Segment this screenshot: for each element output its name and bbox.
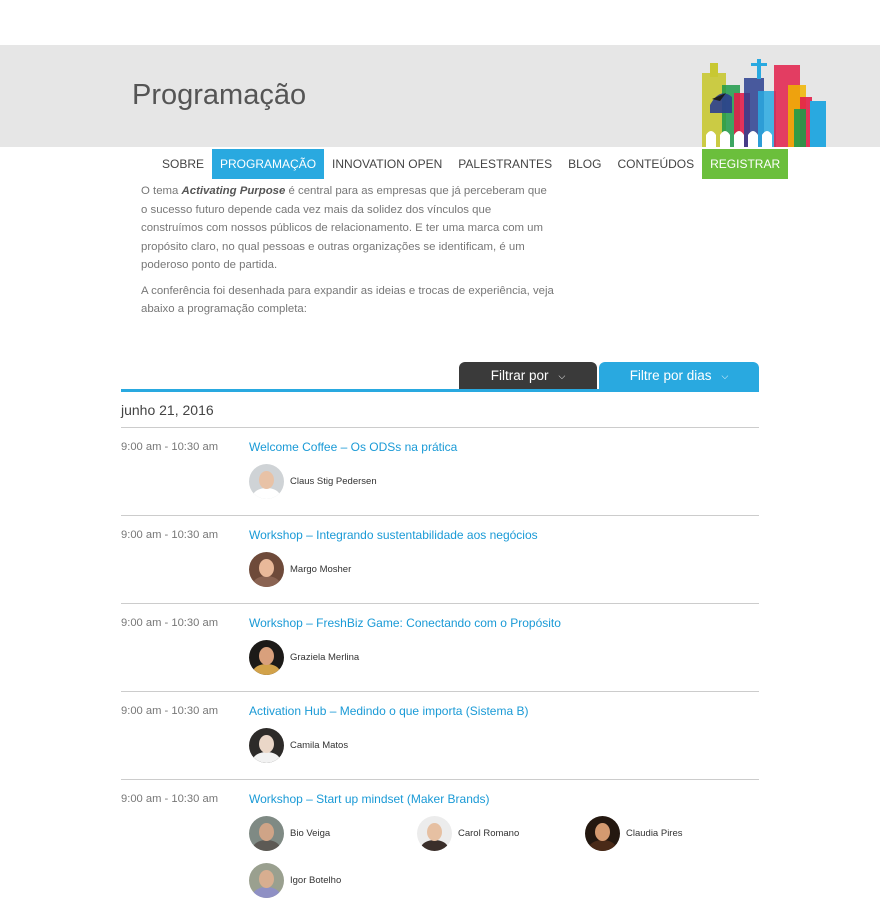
session-title-link[interactable]: Workshop – FreshBiz Game: Conectando com… bbox=[249, 616, 561, 630]
intro-emphasis: Activating Purpose bbox=[181, 185, 286, 197]
intro-paragraph: A conferência foi desenhada para expandi… bbox=[141, 284, 554, 316]
christ-statue bbox=[757, 59, 761, 79]
session-row: 9:00 am - 10:30 am Workshop – Start up mi… bbox=[121, 779, 759, 900]
session-time: 9:00 am - 10:30 am bbox=[121, 617, 219, 629]
avatar-torso bbox=[589, 839, 616, 851]
speaker-avatar bbox=[249, 551, 284, 587]
session-row: 9:00 am - 10:30 am Welcome Coffee – Os OD… bbox=[121, 427, 759, 515]
speaker-avatar bbox=[249, 639, 284, 675]
main-nav: SOBRE PROGRAMAÇÃO INNOVATION OPEN PALESTRAN… bbox=[154, 149, 789, 179]
speaker-avatar bbox=[417, 815, 452, 851]
session-title-link[interactable]: Workshop – Start up mindset (Maker Brand… bbox=[249, 792, 490, 806]
building bbox=[710, 63, 718, 77]
filter-days-label: Filtre por dias bbox=[629, 368, 712, 383]
speaker[interactable]: Bio Veiga bbox=[249, 815, 330, 851]
register-button[interactable]: REGISTRAR bbox=[702, 149, 789, 179]
speaker[interactable]: Carol Romano bbox=[417, 815, 519, 851]
avatar-face bbox=[259, 734, 274, 753]
page-banner: Programação bbox=[0, 45, 880, 147]
avatar-torso bbox=[253, 663, 280, 675]
session-title-link[interactable]: Workshop – Integrando sustentabilidade a… bbox=[249, 528, 538, 542]
session-row: 9:00 am - 10:30 am Activation Hub – Medin… bbox=[121, 691, 759, 779]
avatar-torso bbox=[253, 839, 280, 851]
nav-item[interactable]: BLOG bbox=[560, 149, 609, 179]
session-row: 9:00 am - 10:30 am Workshop – FreshBiz Ga… bbox=[121, 603, 759, 691]
filter-type-label: Filtrar por bbox=[490, 368, 549, 383]
avatar-torso bbox=[253, 575, 280, 587]
nav-item[interactable]: SOBRE bbox=[154, 149, 212, 179]
intro-text: O tema Activating Purpose é central para… bbox=[141, 182, 555, 326]
chevron-down-icon: ⌵ bbox=[558, 370, 566, 381]
filter-bar: Filtrar por ⌵ Filtre por dias ⌵ bbox=[121, 362, 759, 392]
speaker-avatar bbox=[585, 815, 620, 851]
avatar-torso bbox=[253, 487, 280, 499]
speaker-avatar bbox=[249, 727, 284, 763]
speaker-name: Bio Veiga bbox=[290, 827, 331, 839]
schedule-date: junho 21, 2016 bbox=[121, 402, 214, 418]
speaker[interactable]: Margo Mosher bbox=[249, 551, 351, 587]
session-time: 9:00 am - 10:30 am bbox=[121, 529, 219, 541]
avatar-face bbox=[427, 822, 442, 841]
avatar-torso bbox=[253, 886, 280, 898]
avatar-torso bbox=[421, 839, 448, 851]
speaker[interactable]: Claudia Pires bbox=[585, 815, 683, 851]
speaker[interactable]: Camila Matos bbox=[249, 727, 348, 763]
christ-statue-arms bbox=[751, 63, 767, 66]
speaker-name: Graziela Merlina bbox=[290, 651, 360, 663]
speaker-name: Igor Botelho bbox=[290, 874, 342, 886]
filter-type-dropdown[interactable]: Filtrar por ⌵ bbox=[459, 362, 597, 389]
nav-item[interactable]: INNOVATION OPEN bbox=[324, 149, 450, 179]
session-time: 9:00 am - 10:30 am bbox=[121, 793, 219, 805]
building bbox=[810, 101, 826, 147]
rio-skyline-logo bbox=[702, 59, 826, 147]
session-time: 9:00 am - 10:30 am bbox=[121, 705, 219, 717]
session-title-link[interactable]: Activation Hub – Medindo o que importa (… bbox=[249, 704, 528, 718]
speaker-avatar bbox=[249, 815, 284, 851]
avatar-face bbox=[259, 646, 274, 665]
speaker-name: Claudia Pires bbox=[626, 827, 683, 839]
chevron-down-icon: ⌵ bbox=[721, 370, 729, 381]
speaker-avatar bbox=[249, 862, 284, 898]
avatar-face bbox=[259, 470, 274, 489]
session-time: 9:00 am - 10:30 am bbox=[121, 441, 219, 453]
avatar-face bbox=[595, 822, 610, 841]
avatar-face bbox=[259, 822, 274, 841]
avatar-face bbox=[259, 558, 274, 577]
session-title-link[interactable]: Welcome Coffee – Os ODSs na prática bbox=[249, 440, 457, 454]
session-row: 9:00 am - 10:30 am Workshop – Integrando … bbox=[121, 515, 759, 603]
building bbox=[794, 109, 806, 147]
speaker-name: Claus Stig Pedersen bbox=[290, 475, 377, 487]
avatar-torso bbox=[253, 751, 280, 763]
nav-item[interactable]: PROGRAMAÇÃO bbox=[212, 149, 325, 179]
speaker-name: Margo Mosher bbox=[290, 563, 352, 575]
intro-paragraph: O tema Activating Purpose é central para… bbox=[141, 185, 547, 271]
avatar-face bbox=[259, 869, 274, 888]
speaker[interactable]: Igor Botelho bbox=[249, 862, 341, 898]
speaker-name: Carol Romano bbox=[458, 827, 520, 839]
speaker[interactable]: Graziela Merlina bbox=[249, 639, 359, 675]
speaker[interactable]: Claus Stig Pedersen bbox=[249, 463, 377, 499]
speaker-name: Camila Matos bbox=[290, 739, 349, 751]
nav-item[interactable]: CONTEÚDOS bbox=[609, 149, 702, 179]
schedule-list: 9:00 am - 10:30 am Welcome Coffee – Os OD… bbox=[121, 427, 759, 900]
nav-item[interactable]: PALESTRANTES bbox=[450, 149, 560, 179]
page-title: Programação bbox=[132, 79, 307, 111]
speaker-avatar bbox=[249, 463, 284, 499]
filter-days-dropdown[interactable]: Filtre por dias ⌵ bbox=[599, 362, 759, 389]
